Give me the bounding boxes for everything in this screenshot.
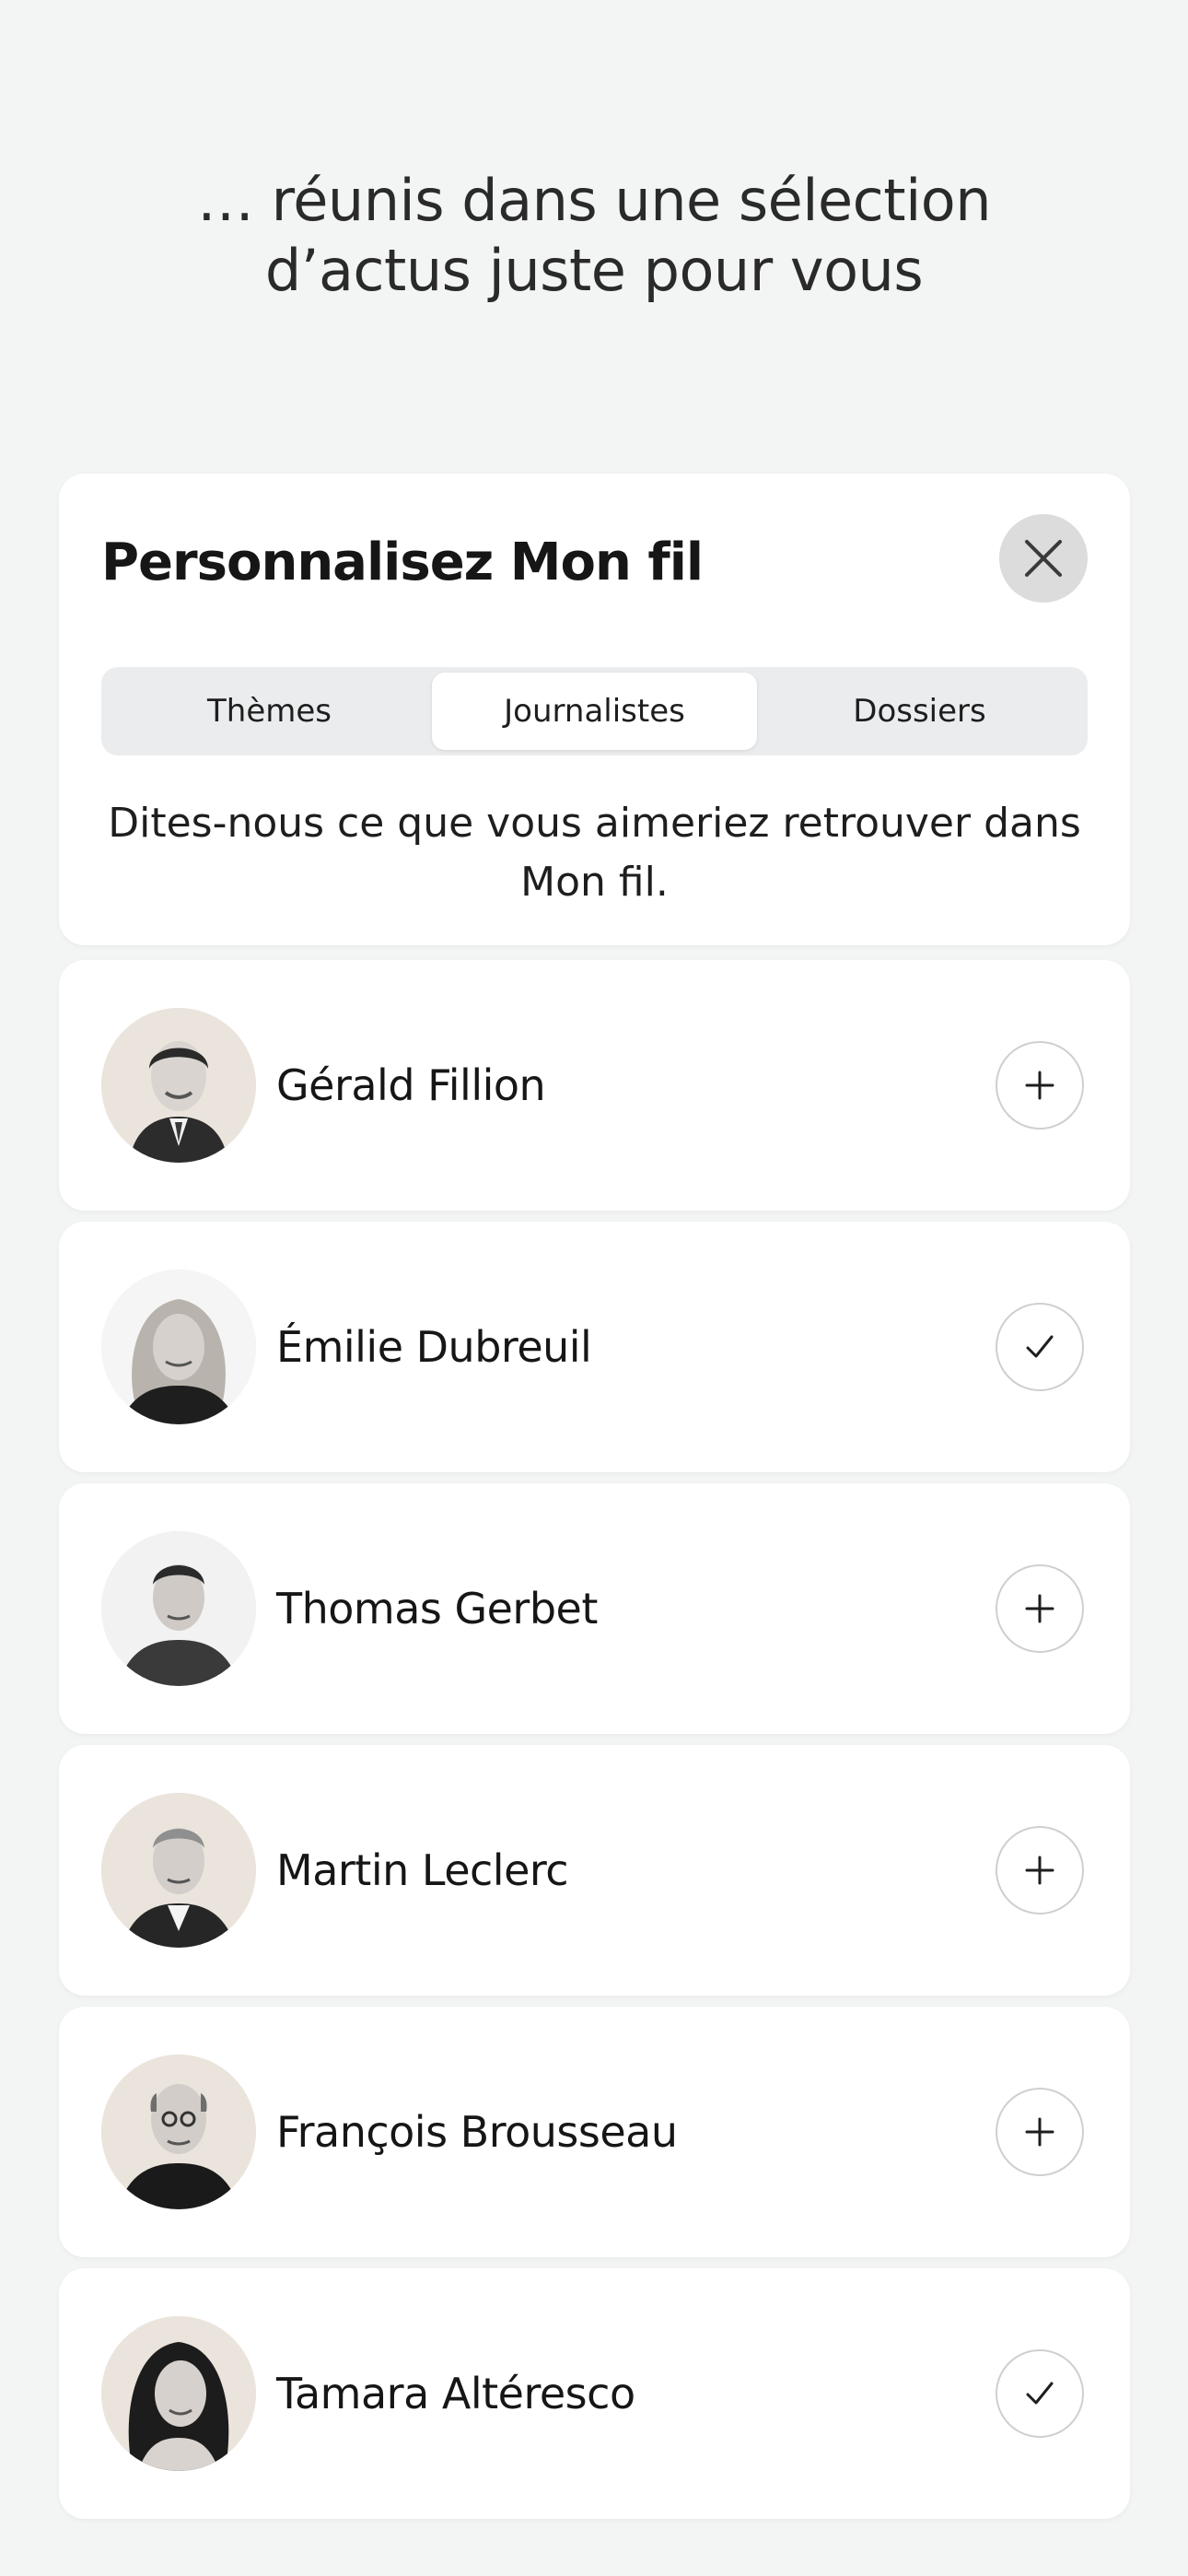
journalist-row-tamara-alteresco: Tamara Altéresco xyxy=(59,2268,1130,2519)
tab-dossiers[interactable]: Dossiers xyxy=(757,673,1082,750)
tab-journalists[interactable]: Journalistes xyxy=(432,673,757,750)
avatar xyxy=(101,1793,256,1948)
journalist-photo xyxy=(101,2316,256,2471)
avatar xyxy=(101,1008,256,1163)
journalist-name: François Brousseau xyxy=(276,2107,678,2157)
journalist-name: Tamara Altéresco xyxy=(276,2369,635,2418)
avatar xyxy=(101,2055,256,2209)
journalist-photo xyxy=(101,1270,256,1424)
avatar xyxy=(101,2316,256,2471)
journalist-row-martin-leclerc: Martin Leclerc xyxy=(59,1745,1130,1996)
journalist-row-emilie-dubreuil: Émilie Dubreuil xyxy=(59,1222,1130,1472)
personalize-sheet-header: Personnalisez Mon fil Thèmes Journaliste… xyxy=(59,474,1130,945)
journalist-row-gerald-fillion: Gérald Fillion xyxy=(59,960,1130,1211)
follow-button[interactable] xyxy=(996,1826,1084,1914)
follow-button[interactable] xyxy=(996,1041,1084,1130)
follow-button[interactable] xyxy=(996,2088,1084,2176)
close-icon xyxy=(1025,540,1062,577)
plus-icon xyxy=(1025,1594,1054,1623)
follow-button[interactable] xyxy=(996,1564,1084,1653)
unfollow-button[interactable] xyxy=(996,2349,1084,2438)
journalist-name: Thomas Gerbet xyxy=(276,1584,598,1633)
close-button[interactable] xyxy=(999,514,1088,603)
screen: … réunis dans une sélection d’actus just… xyxy=(0,0,1188,2576)
journalist-photo xyxy=(101,1008,256,1163)
journalist-name: Gérald Fillion xyxy=(276,1060,546,1110)
unfollow-button[interactable] xyxy=(996,1303,1084,1391)
tab-themes[interactable]: Thèmes xyxy=(107,673,432,750)
journalist-name: Martin Leclerc xyxy=(276,1845,569,1895)
sheet-instructions: Dites-nous ce que vous aimeriez retrouve… xyxy=(108,800,1081,906)
journalist-photo xyxy=(101,1531,256,1686)
onboarding-headline: … réunis dans une sélection d’actus just… xyxy=(0,166,1188,306)
headline-line-2: d’actus juste pour vous xyxy=(264,237,924,304)
journalist-photo xyxy=(101,2055,256,2209)
journalist-photo xyxy=(101,1793,256,1948)
plus-icon xyxy=(1025,1856,1054,1885)
journalist-row-thomas-gerbet: Thomas Gerbet xyxy=(59,1483,1130,1734)
headline-line-1: … réunis dans une sélection xyxy=(196,167,992,234)
avatar xyxy=(101,1531,256,1686)
journalist-row-francois-brousseau: François Brousseau xyxy=(59,2007,1130,2257)
sheet-title: Personnalisez Mon fil xyxy=(101,533,704,592)
category-segmented-control: Thèmes Journalistes Dossiers xyxy=(101,667,1088,755)
journalist-name: Émilie Dubreuil xyxy=(276,1322,592,1372)
plus-icon xyxy=(1025,1071,1054,1100)
checkmark-icon xyxy=(1026,2382,1054,2405)
checkmark-icon xyxy=(1026,1335,1054,1358)
avatar xyxy=(101,1270,256,1424)
plus-icon xyxy=(1025,2117,1054,2147)
